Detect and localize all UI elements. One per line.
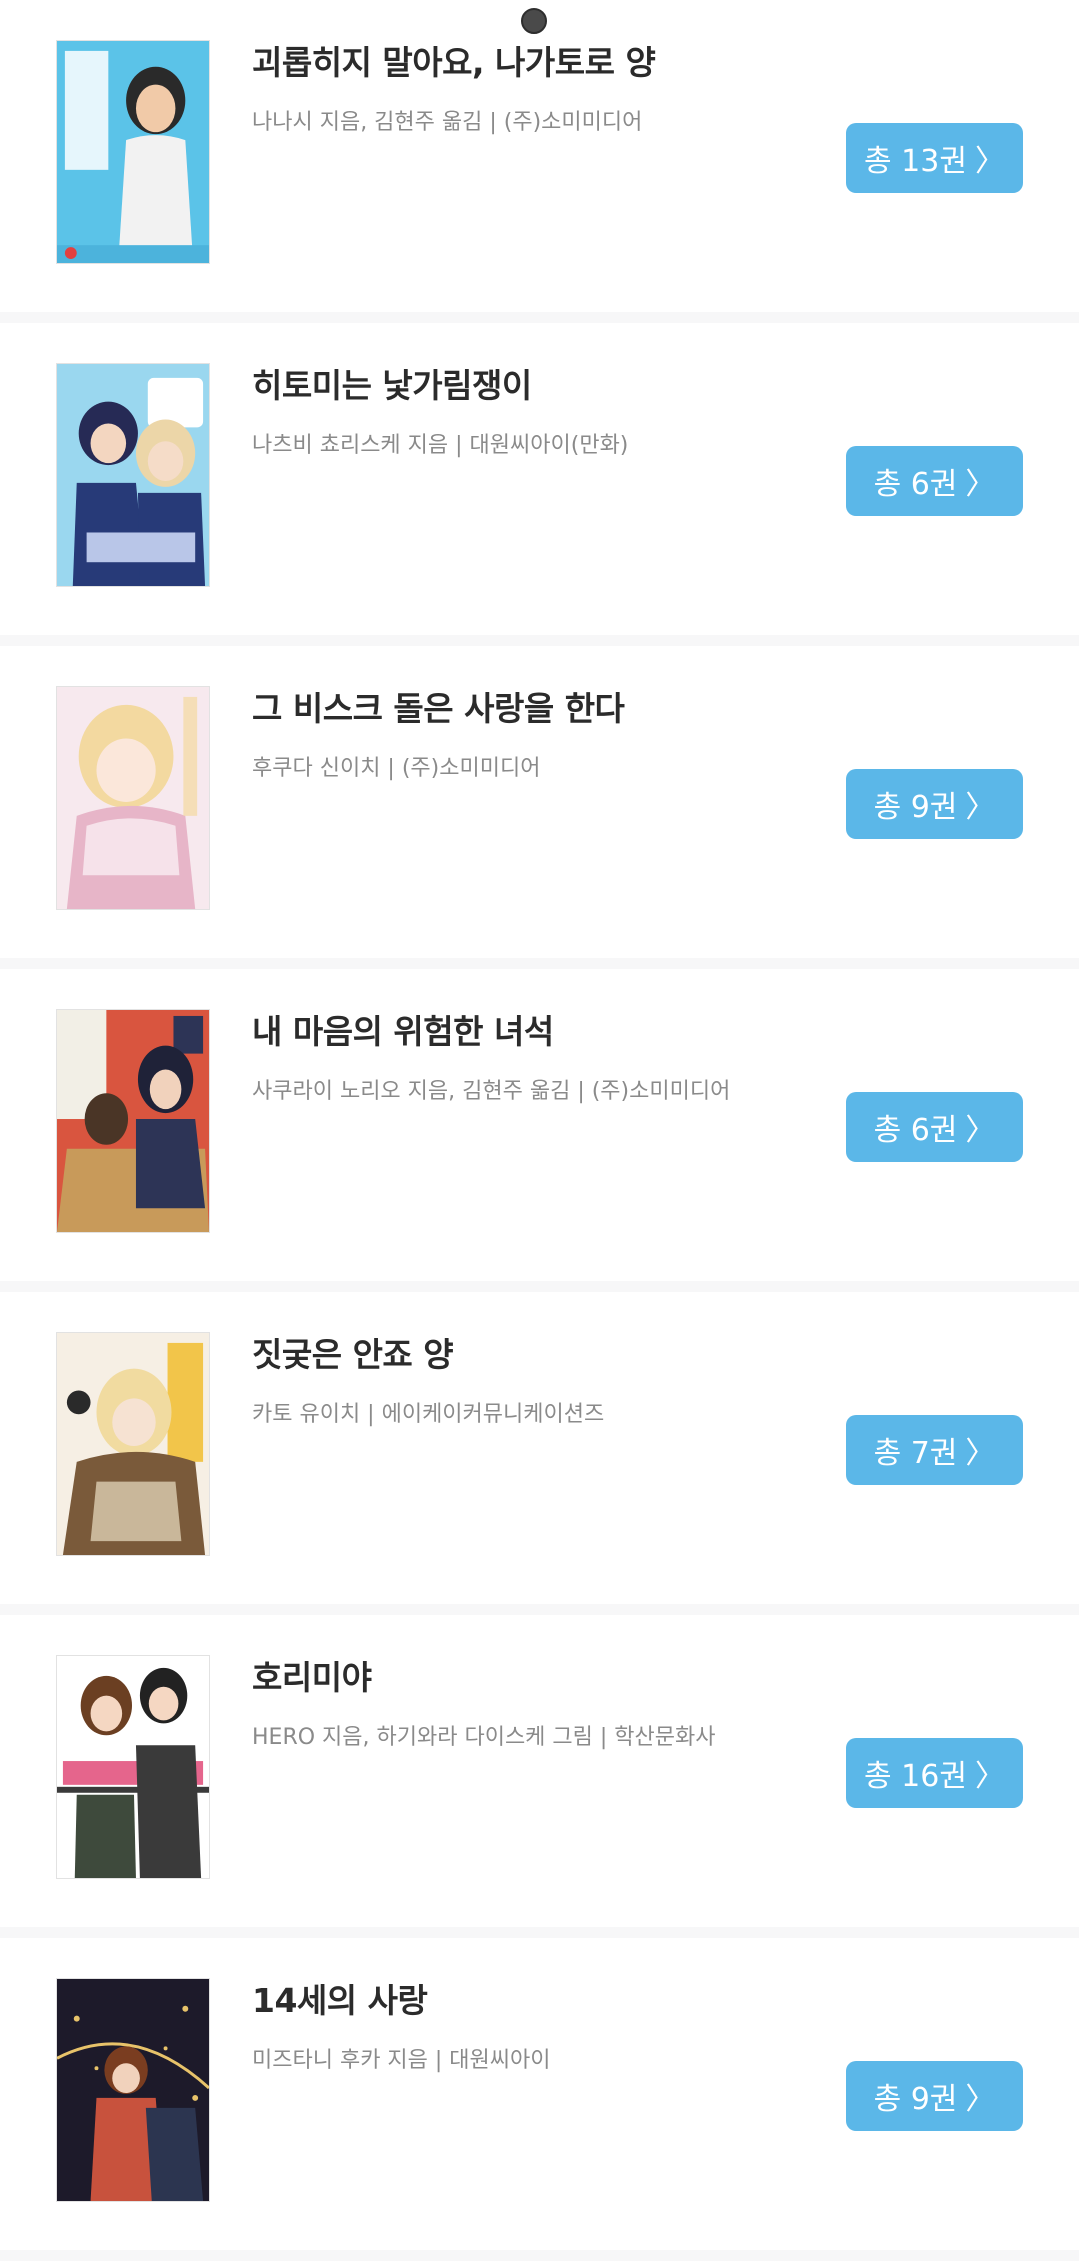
volumes-label: 총 6권	[873, 467, 958, 502]
volumes-button[interactable]: 총 7권 〉	[846, 1415, 1023, 1485]
list-item[interactable]: 그 비스크 돌은 사랑을 한다 후쿠다 신이치 | (주)소미미디어 총 9권 …	[0, 646, 1079, 958]
chevron-right-icon: 〉	[965, 1436, 996, 1471]
book-cover[interactable]	[56, 40, 210, 264]
touch-indicator	[521, 8, 547, 34]
volumes-button[interactable]: 총 6권 〉	[846, 1092, 1023, 1162]
chevron-right-icon: 〉	[965, 2082, 996, 2117]
volumes-label: 총 16권	[864, 1759, 967, 1794]
book-meta: 카토 유이치 | 에이케이커뮤니케이션즈	[252, 1402, 605, 1427]
chevron-right-icon: 〉	[965, 790, 996, 825]
chevron-right-icon: 〉	[965, 1113, 996, 1148]
volumes-button[interactable]: 총 9권 〉	[846, 2061, 1023, 2131]
book-meta: 사쿠라이 노리오 지음, 김현주 옮김 | (주)소미미디어	[252, 1079, 731, 1104]
volumes-label: 총 6권	[873, 1113, 958, 1148]
book-meta: 나츠비 쵸리스케 지음 | 대원씨아이(만화)	[252, 433, 629, 458]
chevron-right-icon: 〉	[974, 144, 1005, 179]
volumes-label: 총 13권	[864, 144, 967, 179]
book-title[interactable]: 호리미야	[252, 1651, 372, 1699]
book-title[interactable]: 짓궂은 안죠 양	[252, 1328, 454, 1376]
book-meta: HERO 지음, 하기와라 다이스케 그림 | 학산문화사	[252, 1725, 716, 1750]
book-meta: 미즈타니 후카 지음 | 대원씨아이	[252, 2048, 551, 2073]
book-meta: 나나시 지음, 김현주 옮김 | (주)소미미디어	[252, 110, 643, 135]
list-item[interactable]: 14세의 사랑 미즈타니 후카 지음 | 대원씨아이 총 9권 〉	[0, 1938, 1079, 2250]
list-item[interactable]: 내 마음의 위험한 녀석 사쿠라이 노리오 지음, 김현주 옮김 | (주)소미…	[0, 969, 1079, 1281]
volumes-button[interactable]: 총 16권 〉	[846, 1738, 1023, 1808]
list-item[interactable]: 히토미는 낯가림쟁이 나츠비 쵸리스케 지음 | 대원씨아이(만화) 총 6권 …	[0, 323, 1079, 635]
list-item[interactable]: 짓궂은 안죠 양 카토 유이치 | 에이케이커뮤니케이션즈 총 7권 〉	[0, 1292, 1079, 1604]
volumes-label: 총 9권	[873, 790, 958, 825]
book-cover[interactable]	[56, 1332, 210, 1556]
book-cover[interactable]	[56, 1655, 210, 1879]
book-title[interactable]: 그 비스크 돌은 사랑을 한다	[252, 682, 625, 730]
volumes-button[interactable]: 총 13권 〉	[846, 123, 1023, 193]
book-title[interactable]: 내 마음의 위험한 녀석	[252, 1005, 554, 1053]
series-list: 괴롭히지 말아요, 나가토로 양 나나시 지음, 김현주 옮김 | (주)소미미…	[0, 0, 1079, 2261]
book-cover[interactable]	[56, 1978, 210, 2202]
book-cover[interactable]	[56, 363, 210, 587]
list-item[interactable]: 호리미야 HERO 지음, 하기와라 다이스케 그림 | 학산문화사 총 16권…	[0, 1615, 1079, 1927]
chevron-right-icon: 〉	[965, 467, 996, 502]
book-cover[interactable]	[56, 1009, 210, 1233]
book-cover[interactable]	[56, 686, 210, 910]
volumes-label: 총 9권	[873, 2082, 958, 2117]
book-title[interactable]: 히토미는 낯가림쟁이	[252, 359, 532, 407]
volumes-button[interactable]: 총 9권 〉	[846, 769, 1023, 839]
list-item[interactable]: 괴롭히지 말아요, 나가토로 양 나나시 지음, 김현주 옮김 | (주)소미미…	[0, 0, 1079, 312]
volumes-label: 총 7권	[873, 1436, 958, 1471]
book-title[interactable]: 괴롭히지 말아요, 나가토로 양	[252, 36, 656, 84]
volumes-button[interactable]: 총 6권 〉	[846, 446, 1023, 516]
chevron-right-icon: 〉	[974, 1759, 1005, 1794]
book-title[interactable]: 14세의 사랑	[252, 1974, 428, 2022]
book-meta: 후쿠다 신이치 | (주)소미미디어	[252, 756, 541, 781]
